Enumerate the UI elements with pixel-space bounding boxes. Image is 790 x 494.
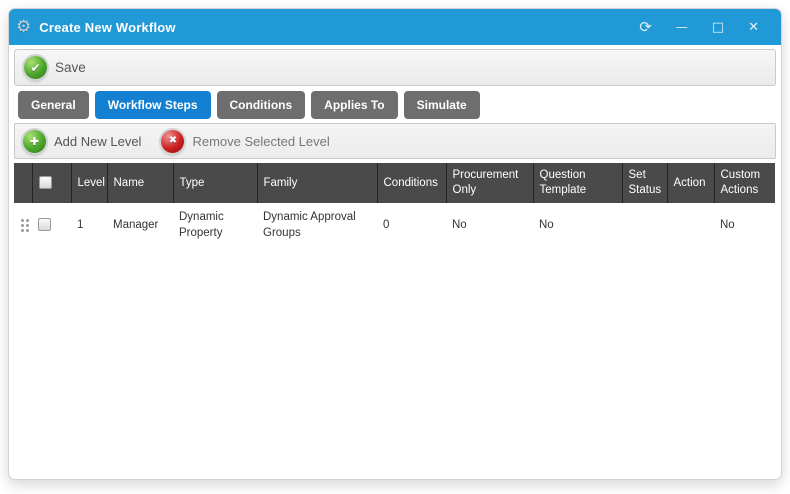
cell-conditions: 0 — [377, 203, 446, 248]
remove-selected-level-button[interactable]: ✖ Remove Selected Level — [161, 130, 329, 153]
column-header-family: Family — [257, 163, 377, 203]
table-row[interactable]: 1 Manager Dynamic Property Dynamic Appro… — [14, 203, 775, 248]
cell-custom-actions: No — [714, 203, 775, 248]
row-drag-cell — [14, 203, 32, 248]
window-title: Create New Workflow — [39, 20, 175, 35]
gear-icon: ⚙ — [16, 19, 31, 36]
cell-family: Dynamic Approval Groups — [257, 203, 377, 248]
add-new-level-label: Add New Level — [54, 134, 141, 149]
title-bar: ⚙ Create New Workflow ⟳ — □ ✕ — [9, 9, 781, 45]
cell-type: Dynamic Property — [173, 203, 257, 248]
grid-toolbar: ✚ Add New Level ✖ Remove Selected Level — [14, 123, 776, 159]
cell-question-template: No — [533, 203, 622, 248]
column-header-procurement-only: Procurement Only — [446, 163, 533, 203]
column-header-action: Action — [667, 163, 714, 203]
row-select-cell — [32, 203, 71, 248]
table-header-row: Level Name Type Family Conditions Procur… — [14, 163, 775, 203]
x-circle-icon: ✖ — [161, 130, 184, 153]
cell-action — [667, 203, 714, 248]
check-circle-icon: ✔ — [24, 56, 47, 79]
tab-strip: General Workflow Steps Conditions Applie… — [18, 91, 781, 119]
cell-level: 1 — [71, 203, 107, 248]
column-header-name: Name — [107, 163, 173, 203]
maximize-icon[interactable]: □ — [712, 21, 724, 34]
select-all-column-header — [32, 163, 71, 203]
column-header-custom-actions: Custom Actions — [714, 163, 775, 203]
cell-procurement-only: No — [446, 203, 533, 248]
save-toolbar: ✔ Save — [14, 49, 776, 86]
column-header-type: Type — [173, 163, 257, 203]
row-checkbox[interactable] — [38, 218, 51, 231]
select-all-checkbox[interactable] — [39, 176, 52, 189]
save-button[interactable]: ✔ Save — [24, 56, 86, 79]
window-controls: ⟳ — □ ✕ — [639, 20, 759, 35]
close-icon[interactable]: ✕ — [748, 21, 759, 34]
tab-general[interactable]: General — [18, 91, 89, 119]
column-header-question-template: Question Template — [533, 163, 622, 203]
tab-workflow-steps[interactable]: Workflow Steps — [95, 91, 211, 119]
minimize-icon[interactable]: — — [676, 21, 688, 33]
plus-circle-icon: ✚ — [23, 130, 46, 153]
add-new-level-button[interactable]: ✚ Add New Level — [23, 130, 141, 153]
column-header-set-status: Set Status — [622, 163, 667, 203]
workflow-steps-table: Level Name Type Family Conditions Procur… — [14, 163, 775, 248]
tab-applies-to[interactable]: Applies To — [311, 91, 397, 119]
drag-handle-icon[interactable] — [21, 219, 29, 232]
drag-column-header — [14, 163, 32, 203]
remove-selected-level-label: Remove Selected Level — [192, 134, 329, 149]
column-header-conditions: Conditions — [377, 163, 446, 203]
cell-name: Manager — [107, 203, 173, 248]
tab-simulate[interactable]: Simulate — [404, 91, 480, 119]
tab-conditions[interactable]: Conditions — [217, 91, 306, 119]
cell-set-status — [622, 203, 667, 248]
create-new-workflow-dialog: ⚙ Create New Workflow ⟳ — □ ✕ ✔ Save Gen… — [8, 8, 782, 480]
refresh-icon[interactable]: ⟳ — [639, 20, 652, 35]
column-header-level: Level — [71, 163, 107, 203]
save-button-label: Save — [55, 60, 86, 75]
